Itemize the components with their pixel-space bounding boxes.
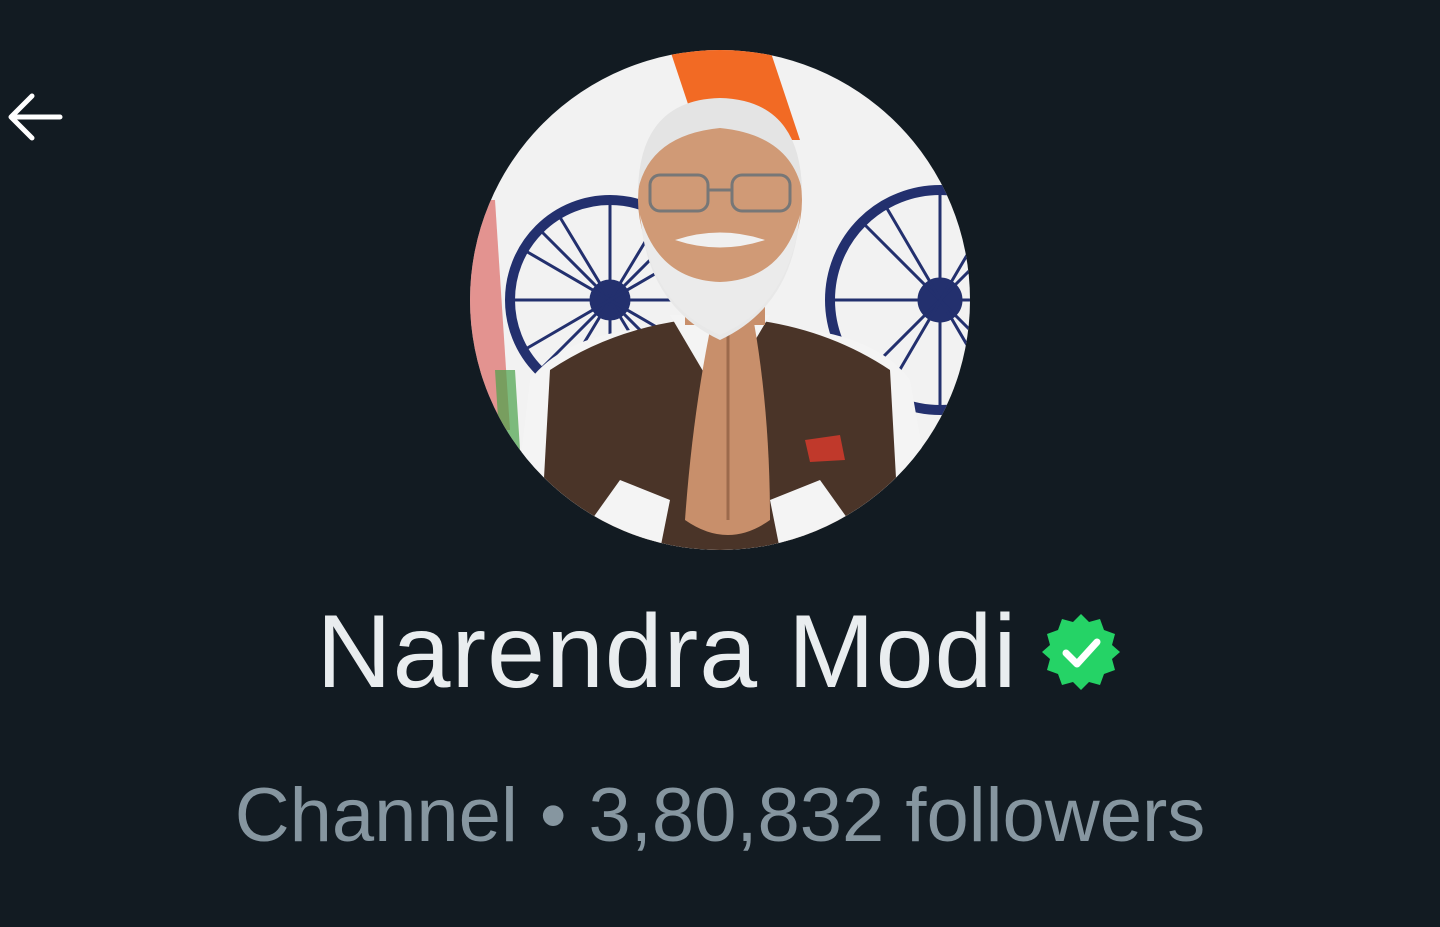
channel-subtitle: Channel • 3,80,832 followers	[0, 770, 1440, 861]
arrow-left-icon	[8, 93, 63, 141]
profile-photo[interactable]	[470, 50, 970, 550]
followers-count: 3,80,832 followers	[588, 773, 1206, 858]
channel-name: Narendra Modi	[316, 594, 1018, 710]
separator-dot: •	[539, 773, 567, 858]
channel-type-label: Channel	[234, 773, 518, 858]
verified-badge-icon	[1042, 614, 1121, 691]
profile-photo-illustration	[470, 50, 970, 550]
channel-info-screen: Narendra Modi Channel • 3,80,832 followe…	[0, 0, 1440, 927]
channel-title-row: Narendra Modi	[0, 590, 1440, 715]
back-button[interactable]	[0, 82, 70, 152]
